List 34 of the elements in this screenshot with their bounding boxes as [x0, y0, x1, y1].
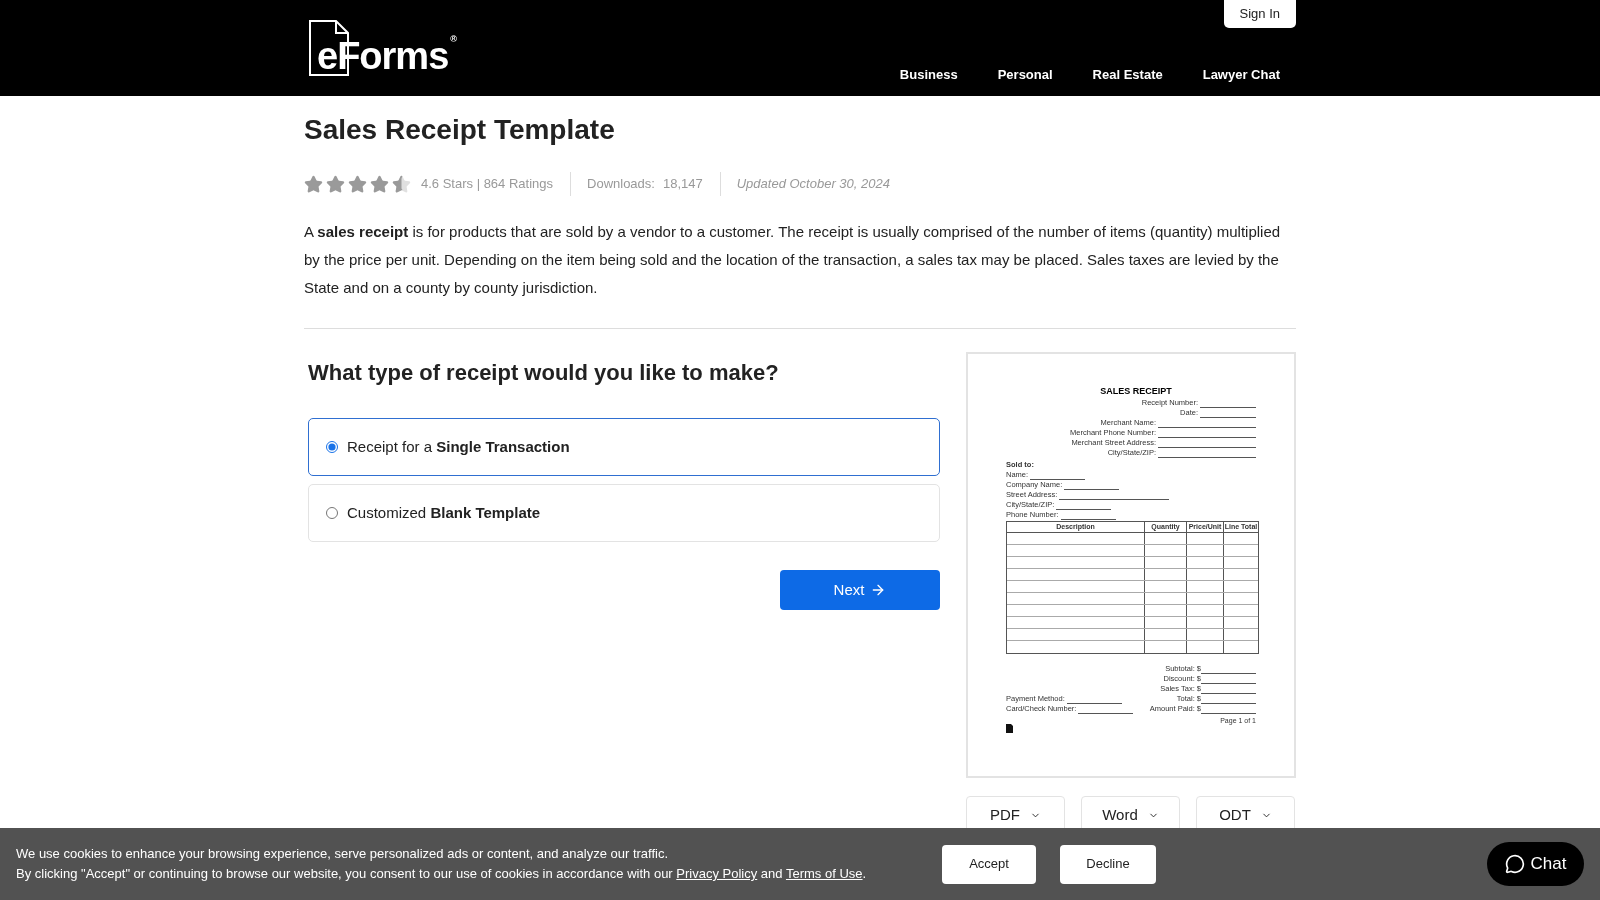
privacy-policy-link[interactable]: Privacy Policy	[676, 866, 758, 881]
downloads-count: 18,147	[662, 172, 721, 196]
nav-link[interactable]: Real Estate	[1092, 64, 1163, 84]
downloads-label: Downloads:	[587, 175, 655, 194]
half-star-icon	[392, 174, 411, 194]
chat-bubble-icon	[1504, 854, 1525, 874]
document-title: SALES RECEIPT	[1099, 385, 1173, 398]
cookie-text: We use cookies to enhance your browsing experience, serve personalized ads or content, and analyze our traffic.	[16, 845, 670, 863]
question-heading: What type of receipt would you like to make?	[308, 359, 780, 387]
nav-link[interactable]: Lawyer Chat	[1202, 64, 1280, 84]
terms-link[interactable]: Terms of Use	[785, 866, 863, 881]
option-label: Receipt for a Single Transaction	[347, 436, 570, 457]
option-label: Customized Blank Template	[347, 502, 541, 523]
star-icon	[348, 174, 367, 194]
page-title: Sales Receipt Template	[304, 113, 616, 147]
receipt-type-option[interactable]: Receipt for a Single Transaction	[308, 418, 940, 476]
radio-button[interactable]	[326, 441, 338, 453]
accept-button[interactable]: Accept	[942, 844, 1036, 884]
cookie-consent-text: By clicking "Accept" or continuing to browse our website, you consent to our use of cookies in accordance with our Privacy Policy and Terms of Use.	[16, 865, 868, 883]
radio-button[interactable]	[326, 507, 338, 519]
rating-text: 4.6 Stars | 864 Ratings	[421, 172, 571, 196]
chat-button[interactable]: Chat	[1487, 842, 1584, 886]
next-button[interactable]: Next	[780, 570, 940, 610]
description-paragraph: A sales receipt is for products that are sold by a vendor to a customer. The receipt is usually comprised of the number of items (quantity) multiplied by the price per unit. Depending on the item being sold and the location of the transaction, a sales tax may be placed. Sales taxes are levied by the State and on a county by county jurisdiction.	[304, 222, 1282, 298]
star-icon	[304, 174, 323, 194]
nav-link[interactable]: Business	[899, 64, 958, 84]
document-icon	[1006, 724, 1013, 733]
receipt-type-option[interactable]: Customized Blank Template	[308, 484, 940, 542]
star-icon	[370, 174, 389, 194]
decline-button[interactable]: Decline	[1060, 844, 1156, 884]
sign-in-button[interactable]: Sign In	[1223, 0, 1296, 28]
nav-link[interactable]: Personal	[997, 64, 1053, 84]
star-icon	[326, 174, 345, 194]
updated-date: Updated October 30, 2024	[736, 175, 890, 194]
